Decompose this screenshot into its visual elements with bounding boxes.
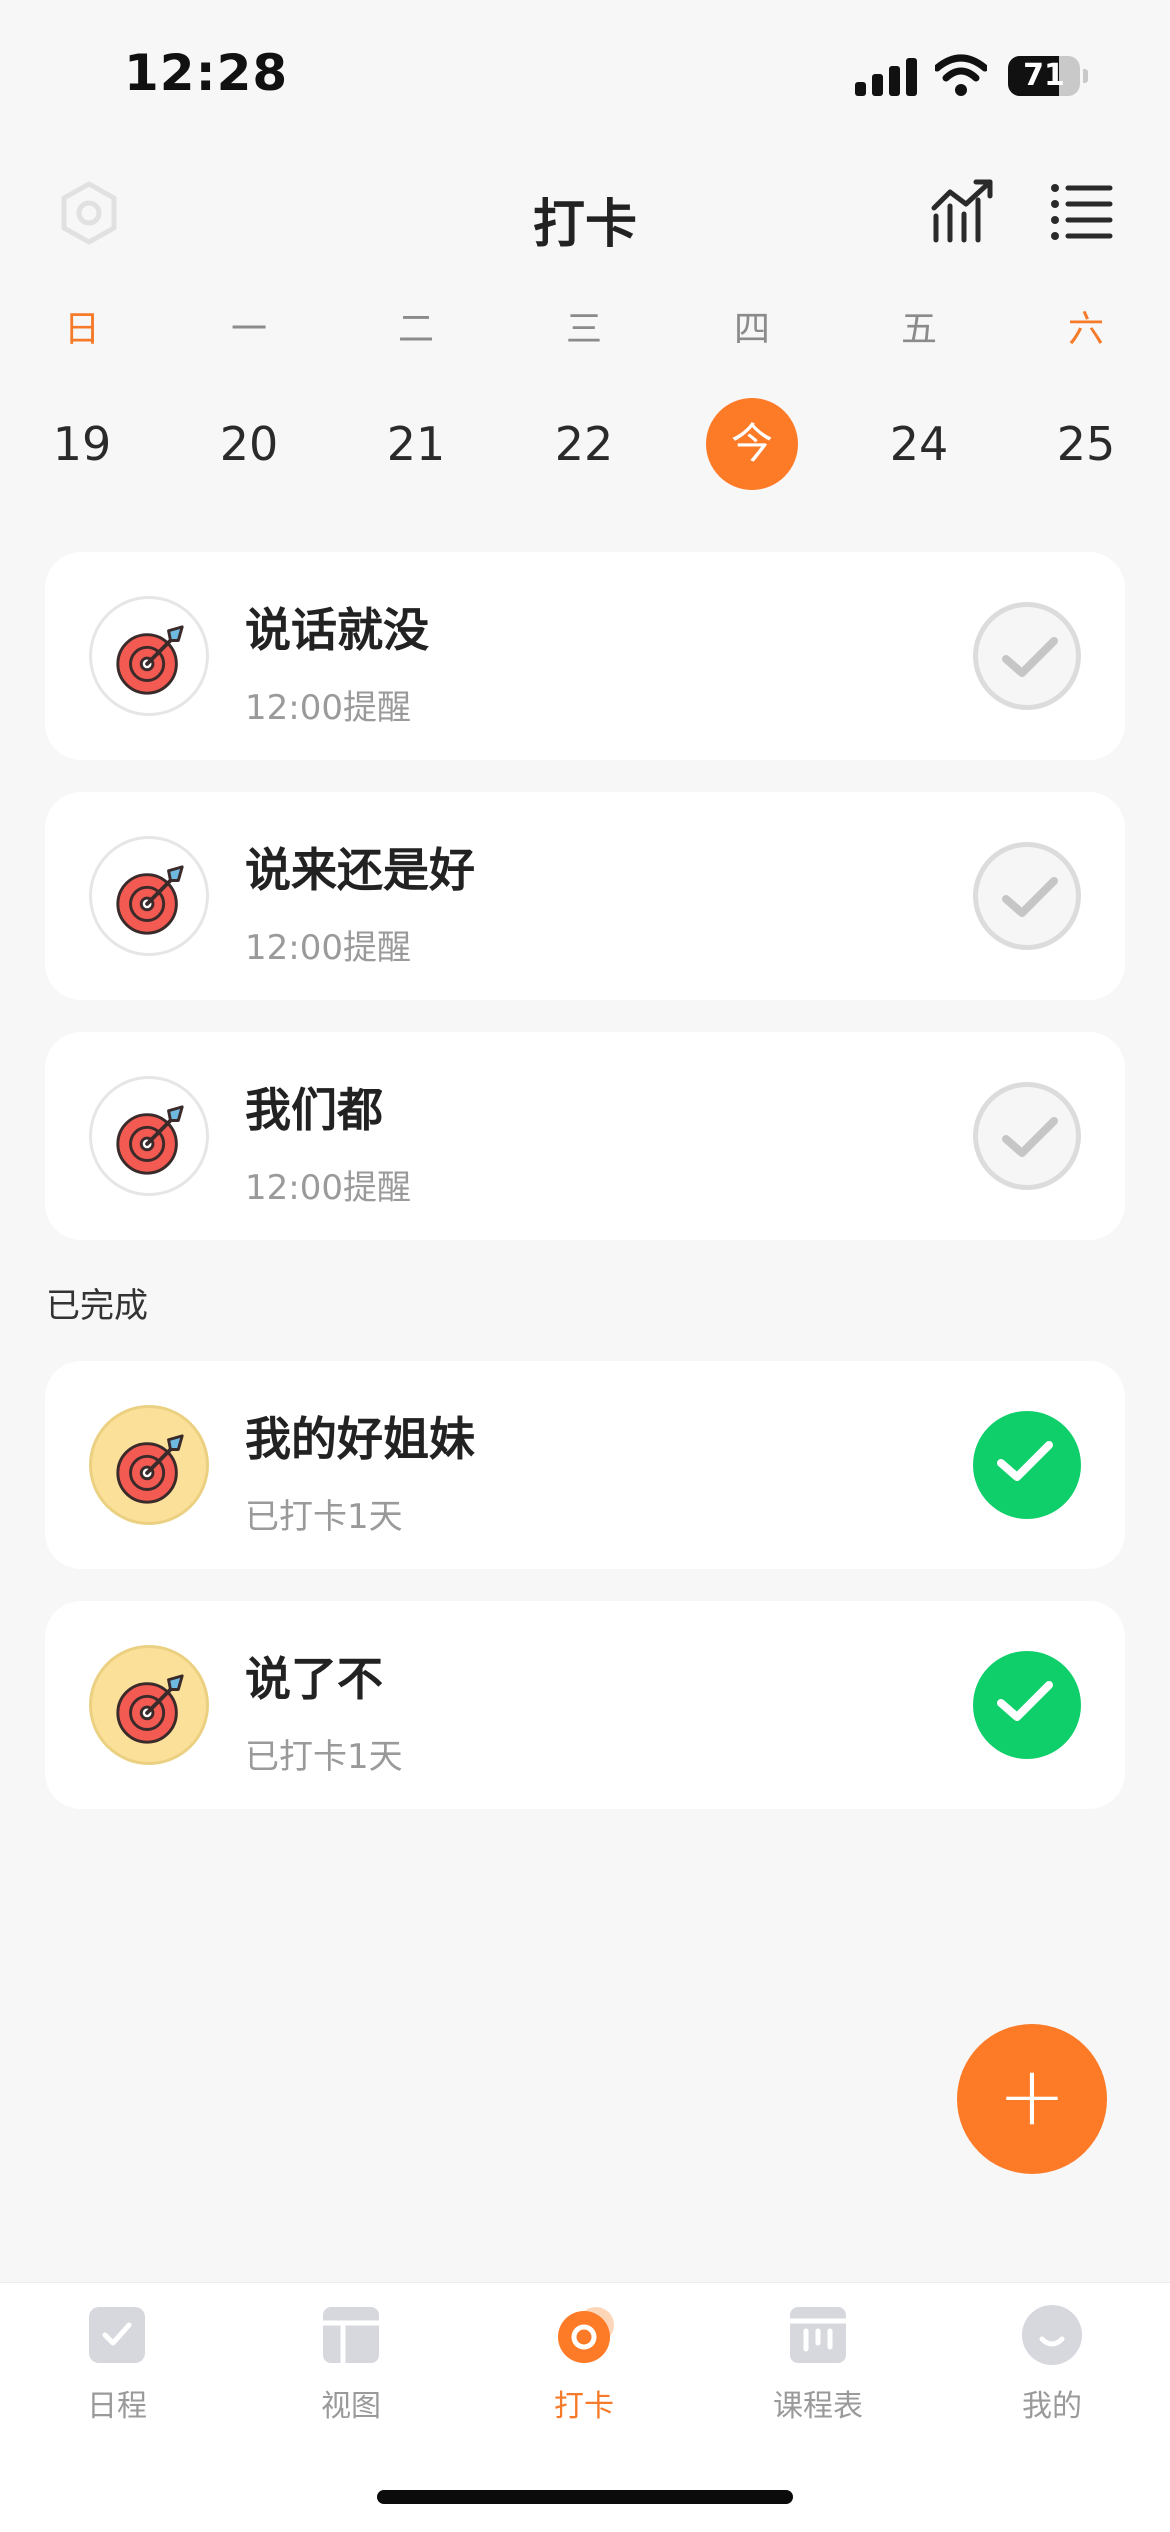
profile-icon (1022, 2305, 1082, 2365)
status-time: 12:28 (124, 44, 289, 102)
check-in-button[interactable] (973, 842, 1081, 950)
habit-title: 我们都 (245, 1083, 383, 1137)
weekday-label: 六 (1067, 309, 1104, 350)
week-date-today: 今 (706, 398, 798, 490)
cellular-signal-icon (855, 58, 917, 96)
habit-icon (89, 596, 209, 716)
battery-indicator: 71 (1008, 56, 1088, 96)
target-icon (116, 865, 184, 935)
add-habit-button[interactable]: + (957, 2024, 1107, 2174)
habit-icon (89, 836, 209, 956)
tab-label: 课程表 (773, 2389, 863, 2424)
tab-timetable[interactable]: 课程表 (718, 2303, 918, 2425)
week-date: 24 (889, 417, 949, 471)
battery-percent: 71 (1023, 58, 1065, 93)
weekday-label: 二 (397, 309, 434, 350)
habit-title: 说话就没 (245, 603, 429, 657)
week-day-tue[interactable]: 二 21 (346, 300, 486, 490)
week-date: 22 (554, 417, 614, 471)
habit-card-completed[interactable]: 我的好姐妹 已打卡1天 (45, 1361, 1125, 1569)
stats-icon[interactable] (930, 178, 996, 244)
checkin-icon (558, 2307, 614, 2363)
habit-title: 说来还是好 (245, 843, 475, 897)
check-in-button[interactable] (973, 1082, 1081, 1190)
week-day-thu[interactable]: 四 今 (682, 300, 822, 490)
status-bar: 12:28 71 (0, 0, 1170, 150)
tab-schedule[interactable]: 日程 (17, 2303, 217, 2425)
week-date: 25 (1056, 417, 1116, 471)
week-strip: 日 19 一 20 二 21 三 22 四 今 五 24 六 25 (0, 300, 1170, 500)
target-icon (116, 1674, 184, 1744)
tab-label: 我的 (1022, 2389, 1082, 2424)
week-day-sat[interactable]: 六 25 (1016, 300, 1156, 490)
target-icon (116, 625, 184, 695)
weekday-label: 一 (230, 309, 267, 350)
wifi-icon (935, 54, 987, 96)
header: 打卡 (0, 160, 1170, 270)
home-indicator (377, 2490, 793, 2504)
check-in-button[interactable] (973, 602, 1081, 710)
tab-label: 打卡 (554, 2389, 614, 2424)
week-date: 19 (52, 417, 112, 471)
check-icon (1002, 877, 1058, 917)
habit-icon (89, 1645, 209, 1765)
habit-card[interactable]: 说来还是好 12:00提醒 (45, 792, 1125, 1000)
week-date: 20 (219, 417, 279, 471)
checkin-screen: 12:28 71 打卡 日 19 一 20 二 21 三 22 四 今 五 24… (0, 0, 1170, 2532)
habit-card[interactable]: 说话就没 12:00提醒 (45, 552, 1125, 760)
week-day-fri[interactable]: 五 24 (849, 300, 989, 490)
habit-icon (89, 1076, 209, 1196)
target-icon (116, 1434, 184, 1504)
habit-streak: 已打卡1天 (245, 1497, 403, 1537)
week-day-wed[interactable]: 三 22 (514, 300, 654, 490)
plus-icon: + (997, 2049, 1067, 2144)
check-icon (1002, 637, 1058, 677)
completed-section-label: 已完成 (46, 1286, 148, 1326)
tab-checkin[interactable]: 打卡 (484, 2303, 684, 2425)
view-icon (323, 2307, 379, 2363)
tab-profile[interactable]: 我的 (952, 2303, 1152, 2425)
target-icon (116, 1105, 184, 1175)
schedule-icon (89, 2307, 145, 2363)
weekday-label: 日 (63, 309, 100, 350)
check-icon (997, 1681, 1053, 1721)
check-icon (1002, 1117, 1058, 1157)
week-day-mon[interactable]: 一 20 (179, 300, 319, 490)
habit-icon (89, 1405, 209, 1525)
tab-label: 视图 (321, 2389, 381, 2424)
habit-card-completed[interactable]: 说了不 已打卡1天 (45, 1601, 1125, 1809)
check-icon (997, 1441, 1053, 1481)
tab-view[interactable]: 视图 (251, 2303, 451, 2425)
habit-streak: 已打卡1天 (245, 1737, 403, 1777)
weekday-label: 五 (900, 309, 937, 350)
habit-reminder: 12:00提醒 (245, 1168, 411, 1208)
habit-card[interactable]: 我们都 12:00提醒 (45, 1032, 1125, 1240)
weekday-label: 三 (565, 309, 602, 350)
habit-reminder: 12:00提醒 (245, 928, 411, 968)
check-in-button-done[interactable] (973, 1411, 1081, 1519)
habit-reminder: 12:00提醒 (245, 688, 411, 728)
habit-title: 我的好姐妹 (245, 1412, 475, 1466)
week-day-sun[interactable]: 日 19 (12, 300, 152, 490)
tab-label: 日程 (87, 2389, 147, 2424)
weekday-label: 四 (733, 309, 770, 350)
check-in-button-done[interactable] (973, 1651, 1081, 1759)
week-date: 21 (386, 417, 446, 471)
timetable-icon (790, 2307, 846, 2363)
list-icon[interactable] (1050, 180, 1114, 244)
habit-title: 说了不 (245, 1652, 383, 1706)
